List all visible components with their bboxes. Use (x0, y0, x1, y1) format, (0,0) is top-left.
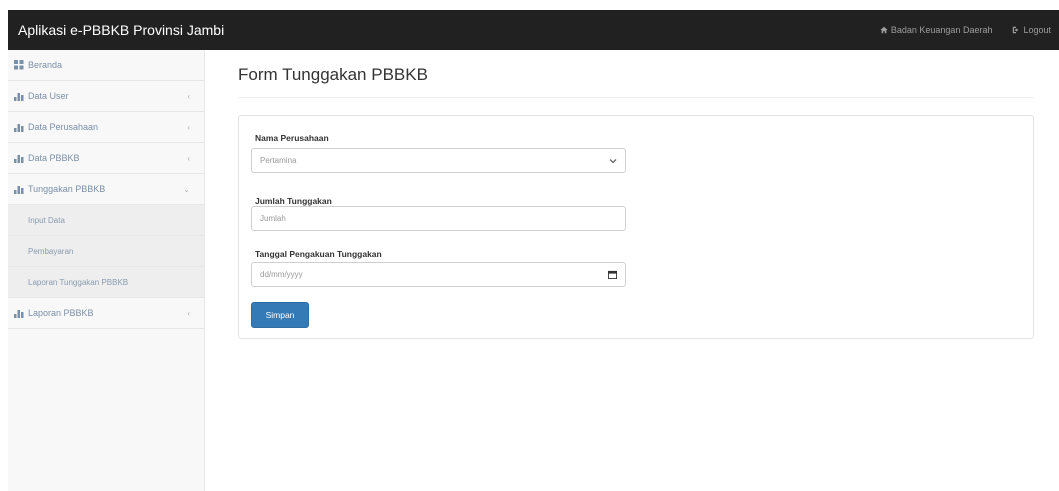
sidebar-item-label: Tunggakan PBBKB (28, 184, 106, 194)
title-divider (238, 97, 1034, 98)
date-input-placeholder: dd/mm/yyyy (260, 270, 303, 279)
dashboard-icon (14, 59, 25, 71)
sidebar-item-label: Data Perusahaan (28, 122, 99, 132)
navbar-right: Badan Keuangan Daerah Logout (880, 25, 1059, 35)
company-select[interactable]: Pertamina (251, 148, 626, 173)
sidebar-item-tunggakan-pbbkb[interactable]: Tunggakan PBBKB ⌄ (8, 174, 204, 205)
chevron-left-icon: ‹ (187, 153, 190, 163)
date-label: Tanggal Pengakuan Tunggakan (255, 249, 382, 259)
sidebar-item-label: Data User (28, 91, 69, 101)
chevron-left-icon: ‹ (187, 91, 190, 101)
logout-link-label: Logout (1023, 25, 1051, 35)
sidebar-subitem-input-data[interactable]: Input Data (8, 205, 204, 236)
home-link-label: Badan Keuangan Daerah (890, 25, 993, 35)
sidebar-item-data-perusahaan[interactable]: Data Perusahaan ‹ (8, 112, 204, 143)
amount-input-placeholder: Jumlah (260, 214, 286, 223)
sidebar-item-data-pbbkb[interactable]: Data PBBKB ‹ (8, 143, 204, 174)
top-navbar: Aplikasi e-PBBKB Provinsi Jambi Badan Ke… (8, 10, 1059, 50)
company-select-value: Pertamina (260, 156, 297, 165)
chevron-down-icon (609, 158, 617, 164)
sidebar-subitem-laporan-tunggakan[interactable]: Laporan Tunggakan PBBKB (8, 267, 204, 298)
page-title: Form Tunggakan PBBKB (238, 65, 428, 84)
chevron-left-icon: ‹ (187, 308, 190, 318)
sidebar-subitem-pembayaran[interactable]: Pembayaran (8, 236, 204, 267)
sidebar-item-label: Data PBBKB (28, 153, 80, 163)
sidebar-item-laporan-pbbkb[interactable]: Laporan PBBKB ‹ (8, 298, 204, 329)
bar-chart-icon (14, 91, 25, 102)
sidebar-item-data-user[interactable]: Data User ‹ (8, 81, 204, 112)
home-link[interactable]: Badan Keuangan Daerah (880, 25, 993, 35)
chevron-down-icon: ⌄ (183, 184, 190, 194)
save-button[interactable]: Simpan (251, 302, 309, 328)
logout-icon (1012, 26, 1020, 34)
date-input[interactable]: dd/mm/yyyy (251, 262, 626, 287)
sidebar-item-label: Beranda (28, 60, 63, 70)
app-brand[interactable]: Aplikasi e-PBBKB Provinsi Jambi (8, 22, 224, 38)
company-label: Nama Perusahaan (255, 133, 329, 143)
bar-chart-icon (14, 308, 25, 319)
sidebar-item-beranda[interactable]: Beranda (8, 50, 204, 81)
bar-chart-icon (14, 184, 25, 195)
logout-link[interactable]: Logout (1012, 25, 1051, 35)
bar-chart-icon (14, 153, 25, 164)
bar-chart-icon (14, 122, 25, 133)
calendar-icon[interactable] (608, 270, 617, 279)
sidebar: Beranda Data User ‹ Data Perusahaan ‹ Da… (8, 50, 205, 491)
form-panel: Nama Perusahaan Pertamina Jumlah Tunggak… (238, 115, 1034, 339)
chevron-left-icon: ‹ (187, 122, 190, 132)
amount-input[interactable]: Jumlah (251, 206, 626, 231)
sidebar-item-label: Laporan PBBKB (28, 308, 94, 318)
amount-label: Jumlah Tunggakan (255, 196, 332, 206)
home-icon (880, 26, 888, 34)
